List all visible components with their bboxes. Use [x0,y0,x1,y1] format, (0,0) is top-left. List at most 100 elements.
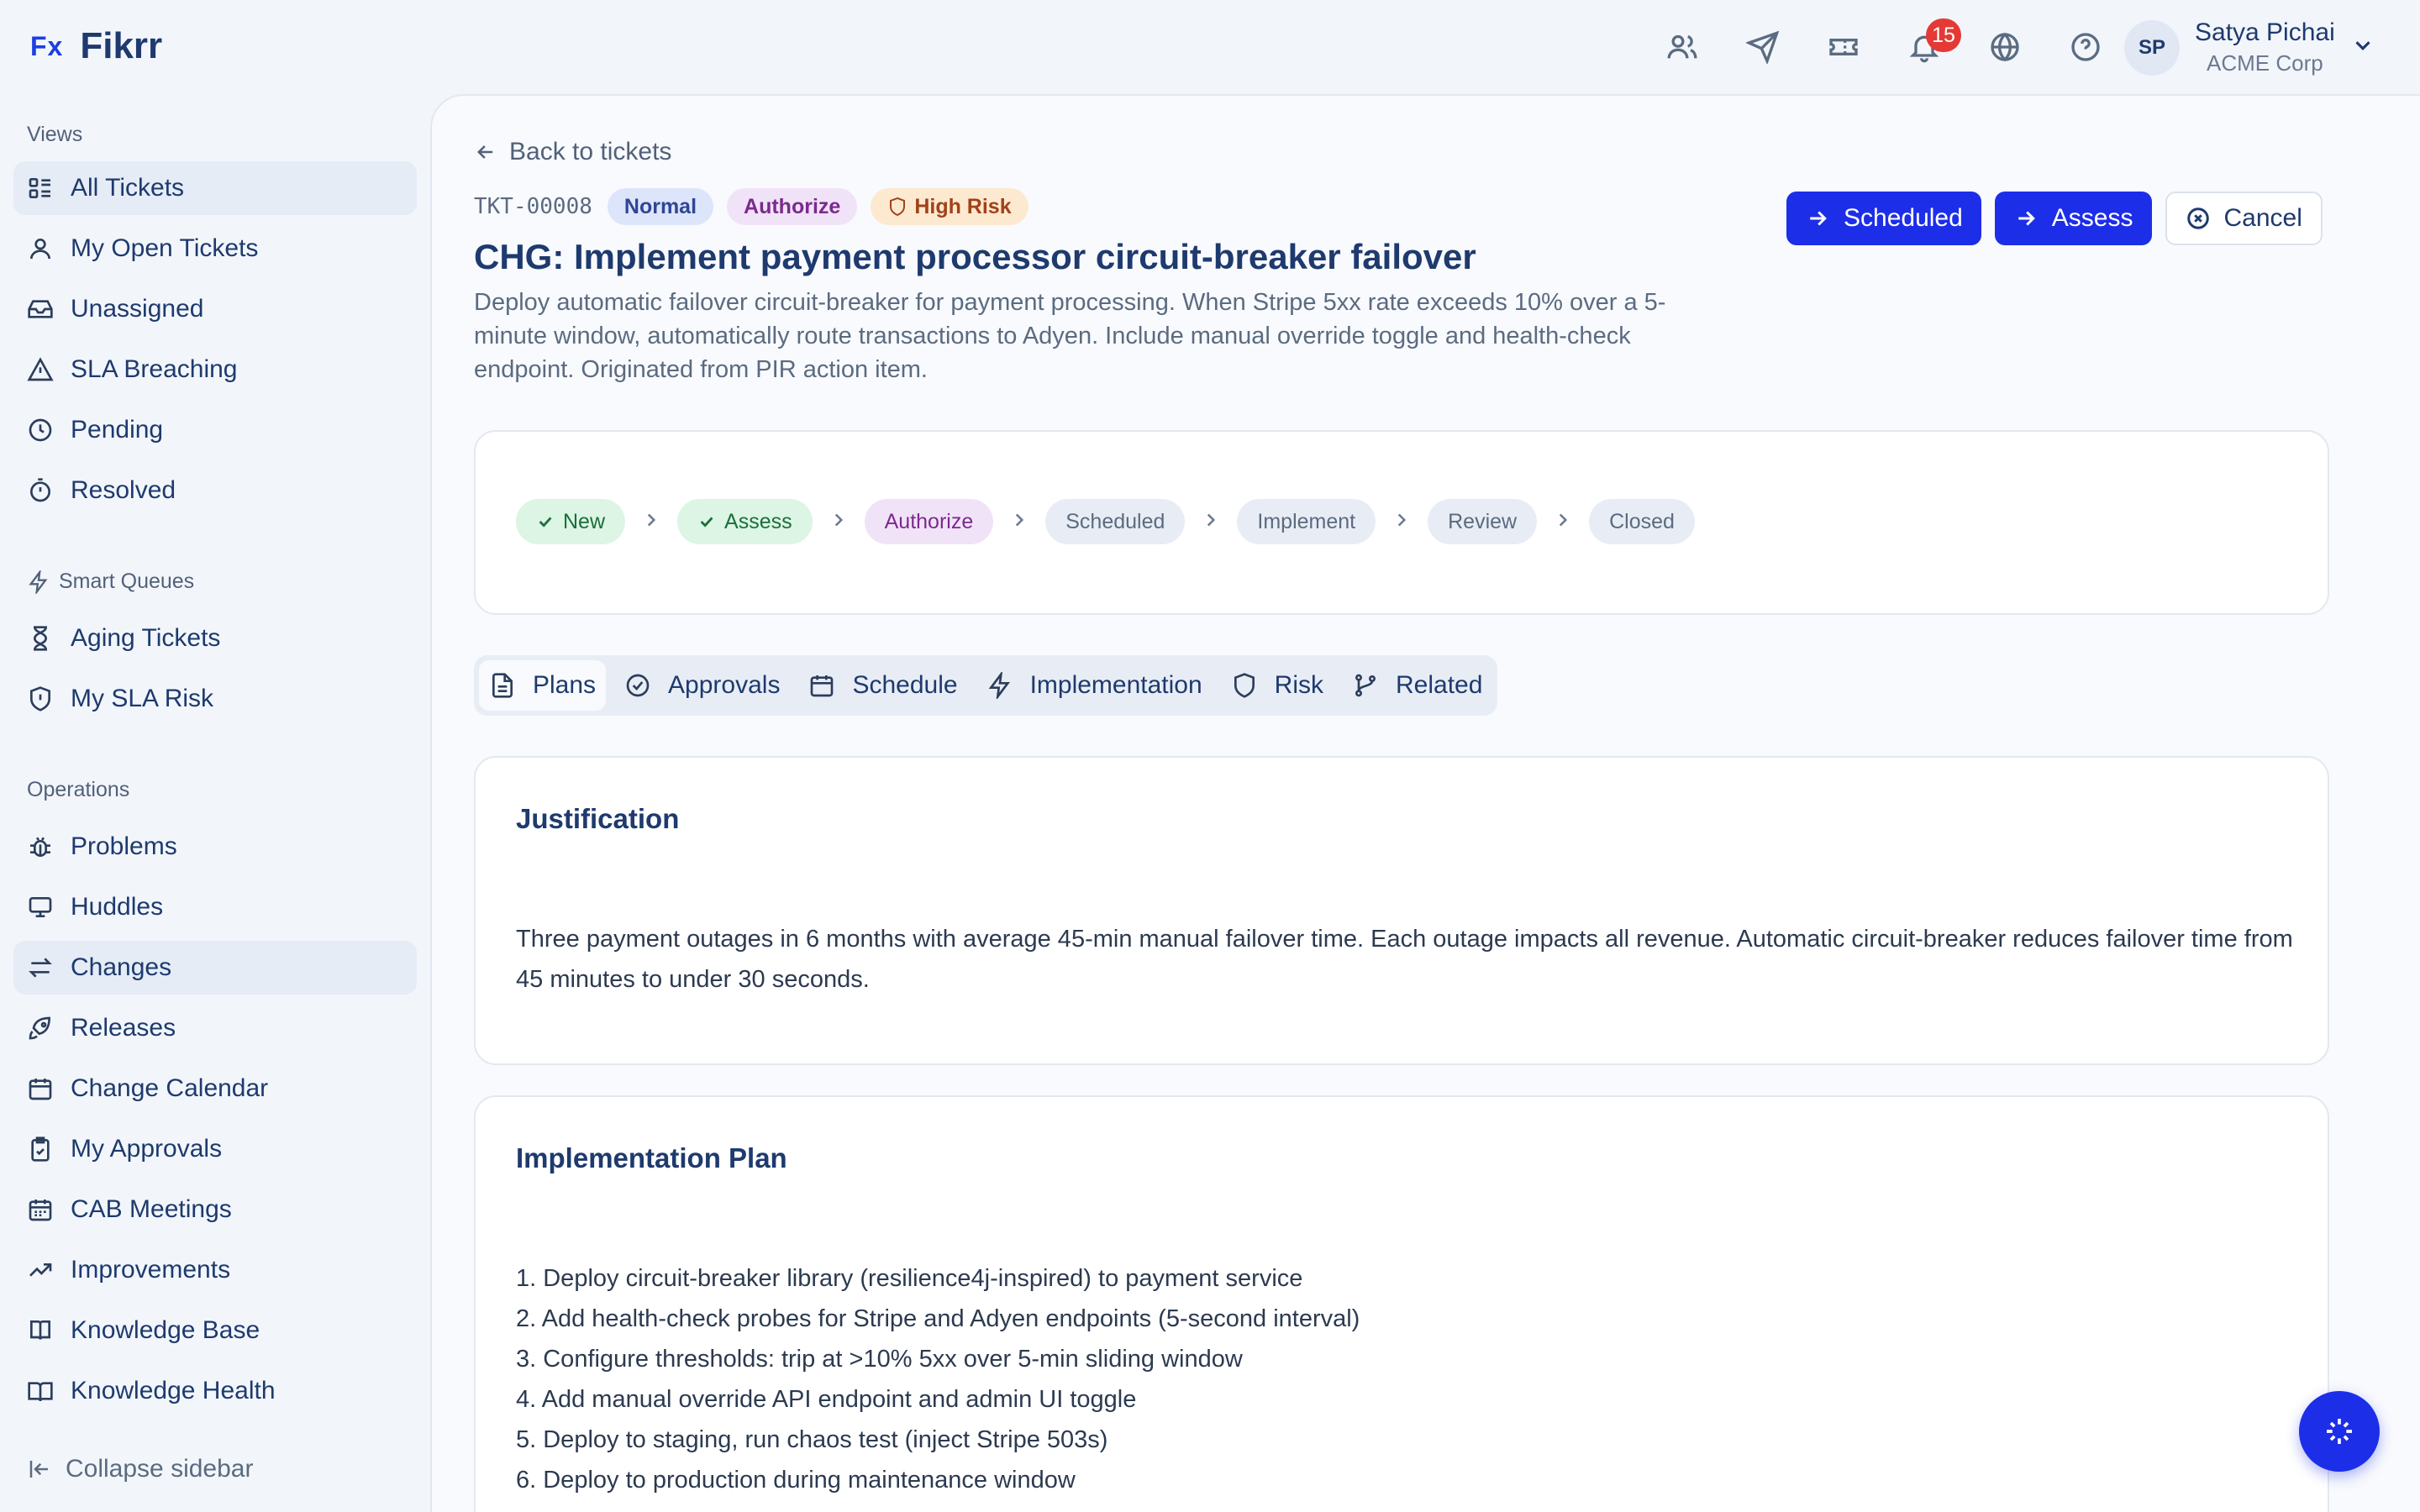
workflow-step-implement: Implement [1237,499,1376,544]
sidebar-item-huddles[interactable]: Huddles [13,880,417,934]
sidebar-item-aging-tickets[interactable]: Aging Tickets [13,612,417,665]
book-icon [30,1320,50,1340]
user-icon [30,239,50,260]
sidebar-section-label: Smart Queues [59,570,195,593]
sidebar-item-knowledge-health[interactable]: Knowledge Health [13,1364,417,1418]
user-text: Satya Pichai ACME Corp [2195,18,2335,76]
main-panel: Back to tickets TKT-00008 Normal Authori… [430,94,2420,1512]
sidebar-item-my-sla-risk[interactable]: My SLA Risk [13,672,417,726]
tab-risk[interactable]: Risk [1221,660,1334,711]
file-text-icon [492,673,513,698]
chevron-right-icon [1008,509,1030,535]
ticket-actions: Scheduled Assess Cancel [1786,192,2323,245]
sidebar-item-unassigned[interactable]: Unassigned [13,282,417,336]
calendar-icon [29,1079,52,1100]
sidebar-item-releases[interactable]: Releases [13,1001,417,1055]
logo-mark: Fx [30,30,64,61]
cancel-button[interactable]: Cancel [2165,192,2323,245]
sidebar-item-label: Improvements [71,1256,231,1284]
check-circle-icon [626,674,650,697]
sidebar-item-label: Releases [71,1014,176,1042]
sidebar-item-label: Knowledge Base [71,1316,260,1344]
ticket-icon[interactable] [1825,24,1862,71]
implementation-plan-list: 1. Deploy circuit-breaker library (resil… [516,1258,2297,1500]
chevron-right-icon [828,509,850,535]
chevron-down-icon [2350,33,2375,62]
collapse-sidebar-label: Collapse sidebar [66,1455,254,1483]
check-icon [700,517,713,528]
sidebar-item-changes[interactable]: Changes [13,941,417,995]
chevron-right-icon [1391,509,1413,535]
sidebar: Views All Tickets My Open Tickets Unassi… [0,94,429,1512]
justification-body: Three payment outages in 6 months with a… [516,926,2293,993]
workflow-step-authorize: Authorize [864,499,994,544]
tab-related[interactable]: Related [1342,660,1492,711]
book-open-icon [28,1382,53,1402]
bug-icon [30,837,50,857]
trend-up-icon [29,1263,52,1277]
sidebar-item-change-calendar[interactable]: Change Calendar [13,1062,417,1116]
list-item: 3. Configure thresholds: trip at >10% 5x… [516,1346,1243,1373]
type-badge: Normal [607,188,714,225]
bell-icon[interactable]: 15 [1906,18,1961,71]
arrow-right-icon [2018,211,2035,226]
assess-button[interactable]: Assess [1994,192,2152,245]
sidebar-item-sla-breaching[interactable]: SLA Breaching [13,343,417,396]
alert-triangle-icon [27,357,54,381]
sidebar-section-views: Views [27,123,83,146]
workflow-card: New Assess Authorize Scheduled Implement… [474,430,2329,615]
sidebar-item-improvements[interactable]: Improvements [13,1243,417,1297]
send-icon[interactable] [1744,24,1781,71]
cancel-label: Cancel [2223,204,2302,232]
user-name: Satya Pichai [2195,18,2335,46]
detail-tabs: Plans Approvals Schedule Implementation … [474,655,1498,716]
risk-badge-label: High Risk [914,194,1012,218]
zap-icon [988,672,1010,699]
sidebar-item-label: Unassigned [71,295,204,323]
tab-implementation[interactable]: Implementation [976,660,1213,711]
sidebar-item-problems[interactable]: Problems [13,820,417,874]
top-header: Fx Fikrr 15 SP Satya Pichai ACME Corp [0,0,2420,94]
sidebar-item-resolved[interactable]: Resolved [13,464,417,517]
implementation-plan-card: Implementation Plan 1. Deploy circuit-br… [474,1095,2329,1512]
sidebar-item-cab-meetings[interactable]: CAB Meetings [13,1183,417,1236]
workflow-step-review: Review [1428,499,1538,544]
risk-badge: High Risk [871,188,1028,225]
app-root: Fx Fikrr 15 SP Satya Pichai ACME Corp Vi… [0,0,2420,1512]
brand-logo[interactable]: Fx Fikrr [30,25,162,67]
sidebar-item-my-open-tickets[interactable]: My Open Tickets [13,222,417,276]
sidebar-item-label: Huddles [71,893,164,921]
scheduled-button[interactable]: Scheduled [1786,192,1981,245]
tab-schedule[interactable]: Schedule [798,660,967,711]
tab-label: Schedule [852,671,958,699]
back-to-tickets-link[interactable]: Back to tickets [474,138,671,166]
ai-assistant-button[interactable] [2299,1391,2380,1472]
collapse-sidebar-button[interactable]: Collapse sidebar [27,1455,253,1483]
scheduled-label: Scheduled [1844,204,1963,232]
users-icon[interactable] [1664,24,1701,71]
sidebar-item-all-tickets[interactable]: All Tickets [13,161,417,215]
sidebar-item-my-approvals[interactable]: My Approvals [13,1122,417,1176]
tab-plans[interactable]: Plans [479,660,607,711]
sidebar-section-smart-queues: Smart Queues [27,570,194,594]
globe-icon[interactable] [1986,24,2023,71]
arrow-right-icon [1810,211,1827,226]
justification-title: Justification [516,803,680,834]
sidebar-item-label: Knowledge Health [71,1377,276,1404]
sidebar-item-label: My Open Tickets [71,234,259,262]
user-menu[interactable]: SP Satya Pichai ACME Corp [2124,18,2375,76]
sidebar-item-label: Pending [71,416,164,444]
list-icon [29,178,50,198]
sidebar-item-pending[interactable]: Pending [13,403,417,457]
header-actions: 15 [1664,18,2104,71]
workflow-step-scheduled: Scheduled [1045,499,1186,544]
step-label: Assess [724,509,792,533]
sidebar-item-label: CAB Meetings [71,1195,232,1223]
sidebar-item-knowledge-base[interactable]: Knowledge Base [13,1304,417,1357]
help-icon[interactable] [2067,24,2104,71]
tab-label: Risk [1274,671,1324,699]
tab-approvals[interactable]: Approvals [614,660,790,711]
tab-label: Implementation [1029,671,1202,699]
logo-name: Fikrr [80,25,163,66]
check-icon [539,517,552,528]
